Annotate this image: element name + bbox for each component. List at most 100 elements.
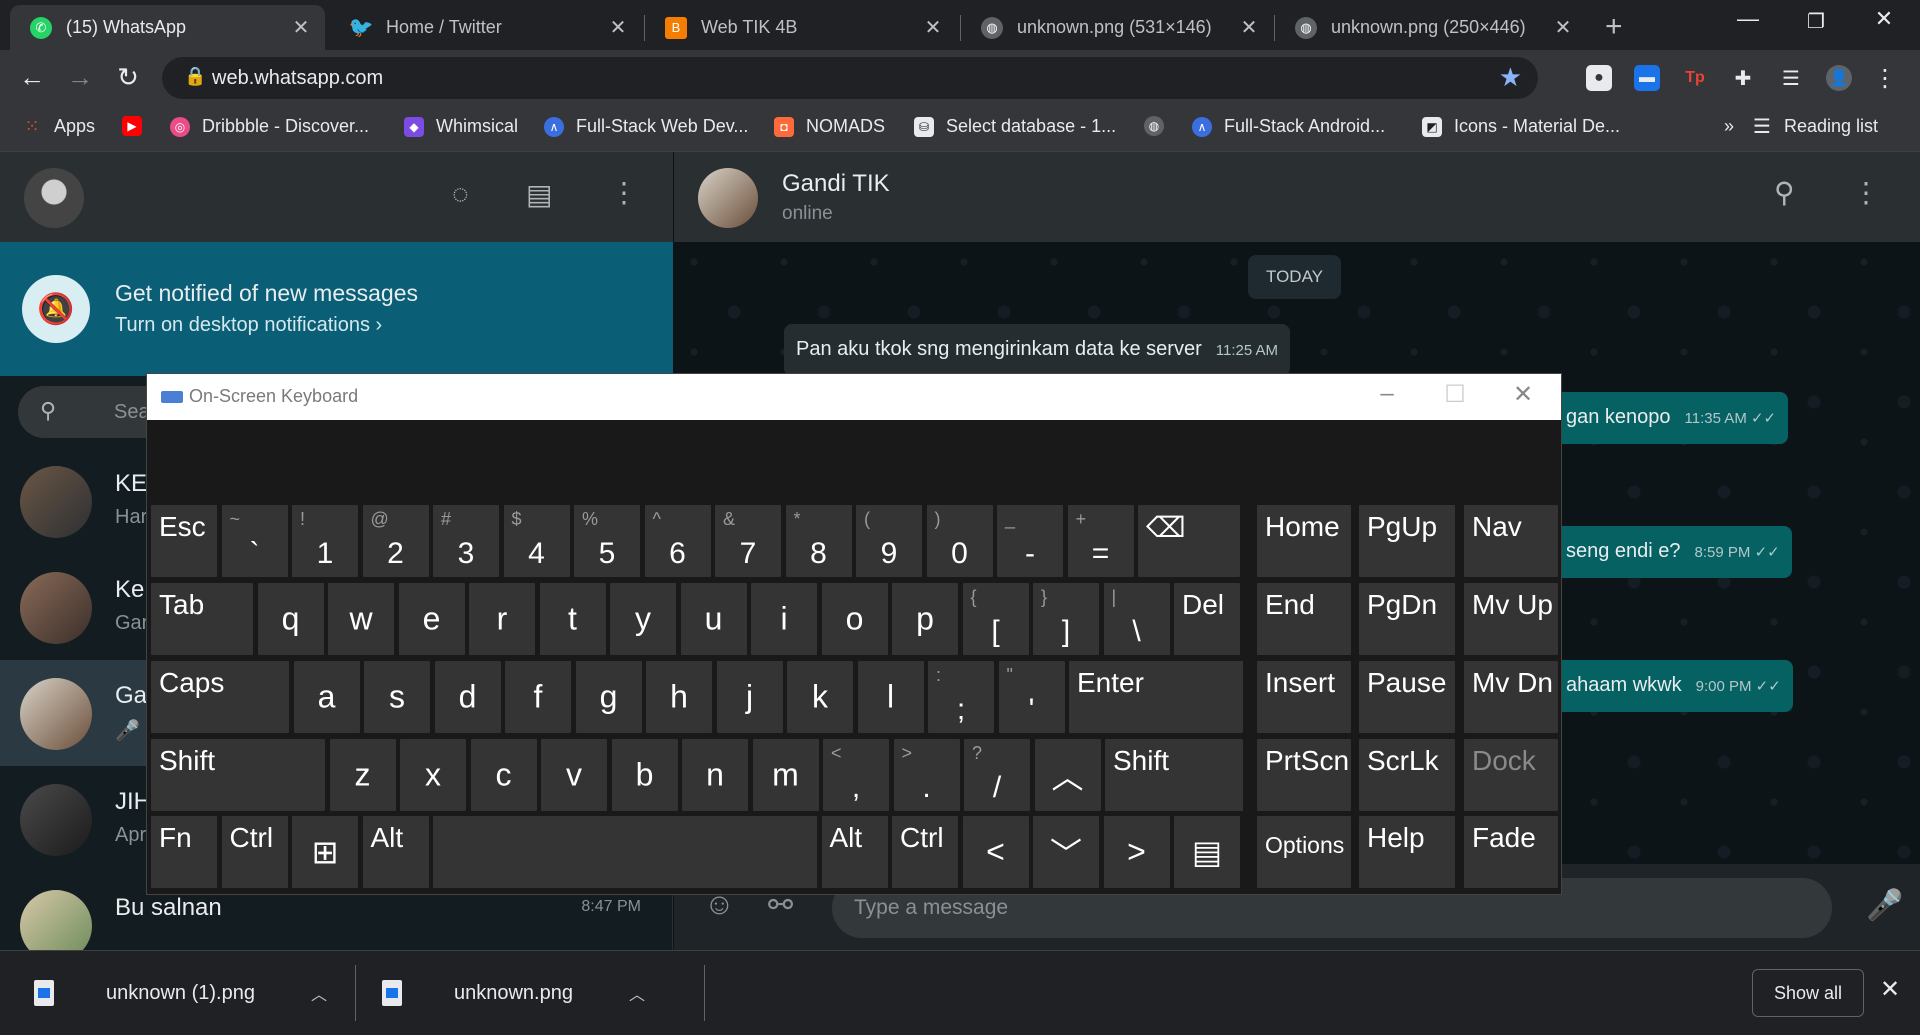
osk-nav-key[interactable]: PrtScn: [1257, 739, 1351, 811]
tab-web-tik[interactable]: B Web TIK 4B ✕: [645, 5, 957, 50]
close-window-button[interactable]: ✕: [1864, 6, 1904, 32]
restore-window-button[interactable]: ❐: [1796, 9, 1836, 34]
url-text[interactable]: web.whatsapp.com: [212, 67, 383, 90]
status-icon[interactable]: ◌: [452, 178, 469, 210]
reload-button[interactable]: ↻: [112, 62, 144, 93]
osk-key[interactable]: x: [400, 739, 466, 811]
osk-key[interactable]: g: [575, 661, 642, 733]
osk-nav-key[interactable]: Dock: [1464, 739, 1558, 811]
osk-key[interactable]: @2: [362, 505, 429, 577]
osk-nav-key[interactable]: Pause: [1359, 661, 1455, 733]
microphone-icon[interactable]: 🎤: [1866, 888, 1903, 923]
osk-key[interactable]: m: [752, 739, 819, 811]
osk-key[interactable]: w: [328, 583, 394, 655]
osk-nav-key[interactable]: PgDn: [1359, 583, 1455, 655]
osk-key[interactable]: Shift: [151, 739, 325, 811]
osk-nav-key[interactable]: Options: [1257, 816, 1351, 888]
search-icon[interactable]: ⚲: [1774, 176, 1795, 209]
bookmark-fullstack-web[interactable]: ∧ Full-Stack Web Dev...: [544, 116, 748, 137]
chevron-up-icon[interactable]: ︿: [629, 981, 645, 1005]
bookmark-whimsical[interactable]: ◆ Whimsical: [404, 116, 518, 137]
minimize-window-button[interactable]: —: [1728, 6, 1768, 32]
bookmark-globe[interactable]: ◍: [1144, 116, 1176, 136]
message-bubble-outgoing[interactable]: gan kenopo 11:35 AM ✓✓: [1554, 392, 1789, 444]
back-button[interactable]: ←: [16, 62, 48, 93]
new-chat-icon[interactable]: ▤: [526, 178, 552, 211]
osk-key[interactable]: % 5: [574, 505, 640, 577]
osk-key[interactable]: $4: [503, 505, 570, 577]
osk-key[interactable]: s: [364, 661, 430, 733]
osk-maximize-button[interactable]: ☐: [1435, 380, 1475, 409]
osk-key[interactable]: + =: [1067, 505, 1134, 577]
osk-key[interactable]: ︿: [1034, 739, 1101, 811]
osk-key[interactable]: Ctrl: [221, 816, 288, 888]
bookmark-select-database[interactable]: ⛁ Select database - 1...: [914, 116, 1116, 137]
osk-key[interactable]: a: [293, 661, 360, 733]
osk-key[interactable]: Alt: [821, 816, 888, 888]
osk-key[interactable]: ~ `: [221, 505, 288, 577]
notification-link[interactable]: Turn on desktop notifications ›: [115, 314, 382, 337]
media-control-icon[interactable]: ☰: [1778, 65, 1804, 91]
address-bar[interactable]: 🔒 web.whatsapp.com ★: [162, 57, 1538, 99]
osk-key[interactable]: ! 1: [292, 505, 358, 577]
osk-key[interactable]: ? /: [964, 739, 1030, 811]
message-bubble-outgoing[interactable]: ahaam wkwk 9:00 PM ✓✓: [1554, 660, 1793, 712]
bookmark-fullstack-android[interactable]: ∧ Full-Stack Android...: [1192, 116, 1385, 137]
tab-unknown-png-1[interactable]: ◍ unknown.png (531×146) ✕: [961, 5, 1273, 50]
download-item[interactable]: unknown.png ︿: [382, 951, 645, 1035]
osk-key[interactable]: n: [682, 739, 748, 811]
osk-key[interactable]: ▤: [1174, 816, 1240, 888]
bookmark-star-icon[interactable]: ★: [1499, 62, 1522, 93]
new-tab-button[interactable]: +: [1605, 10, 1623, 44]
osk-key[interactable]: Tab: [151, 583, 253, 655]
profile-avatar[interactable]: 👤: [1826, 65, 1852, 91]
forward-button[interactable]: →: [64, 62, 96, 93]
close-tab-icon[interactable]: ✕: [289, 15, 313, 40]
osk-key[interactable]: Fn: [151, 816, 217, 888]
menu-kebab-icon[interactable]: ⋮: [610, 176, 638, 209]
osk-key[interactable]: (9: [856, 505, 922, 577]
close-tab-icon[interactable]: ✕: [606, 15, 630, 40]
osk-key[interactable]: :;: [928, 661, 994, 733]
bookmark-nomads[interactable]: ◘ NOMADS: [774, 116, 885, 137]
osk-key[interactable]: <: [962, 816, 1029, 888]
osk-minimize-button[interactable]: –: [1367, 380, 1407, 408]
osk-nav-key[interactable]: Mv Up: [1464, 583, 1558, 655]
bookmarks-overflow-button[interactable]: »: [1724, 116, 1734, 137]
tab-unknown-png-2[interactable]: ◍ unknown.png (250×446) ✕: [1275, 5, 1587, 50]
osk-close-button[interactable]: ✕: [1503, 380, 1543, 409]
osk-key[interactable]: >: [1103, 816, 1170, 888]
osk-key[interactable]: q: [257, 583, 324, 655]
osk-key[interactable]: ⌫: [1138, 505, 1240, 577]
extensions-puzzle-icon[interactable]: ✚: [1730, 65, 1756, 91]
osk-nav-key[interactable]: PgUp: [1359, 505, 1455, 577]
contact-avatar[interactable]: [698, 168, 758, 228]
close-shelf-icon[interactable]: ✕: [1880, 975, 1900, 1004]
extension-tp-icon[interactable]: Tp: [1682, 65, 1708, 91]
osk-nav-key[interactable]: ScrLk: [1359, 739, 1455, 811]
osk-key[interactable]: Enter: [1069, 661, 1243, 733]
osk-key[interactable]: h: [646, 661, 712, 733]
tab-twitter[interactable]: 🐦 Home / Twitter ✕: [330, 5, 642, 50]
osk-key[interactable]: ) 0: [926, 505, 993, 577]
menu-kebab-icon[interactable]: ⋮: [1852, 176, 1880, 209]
osk-key[interactable]: >.: [893, 739, 960, 811]
osk-key[interactable]: d: [434, 661, 501, 733]
osk-key[interactable]: Esc: [151, 505, 217, 577]
message-bubble-outgoing[interactable]: seng endi e? 8:59 PM ✓✓: [1554, 526, 1792, 578]
download-item[interactable]: unknown (1).png ︿: [34, 951, 327, 1035]
osk-key[interactable]: Shift: [1105, 739, 1243, 811]
osk-key[interactable]: ⊞: [292, 816, 358, 888]
conversation-header[interactable]: Gandi TIK online ⚲ ⋮: [674, 152, 1920, 242]
osk-key[interactable]: {[: [962, 583, 1029, 655]
close-tab-icon[interactable]: ✕: [921, 15, 945, 40]
reading-list-button[interactable]: ☰ Reading list: [1752, 116, 1878, 138]
osk-key[interactable]: Del: [1174, 583, 1240, 655]
osk-key[interactable]: e: [398, 583, 465, 655]
osk-key[interactable]: ﹀: [1033, 816, 1099, 888]
osk-key[interactable]: i: [751, 583, 817, 655]
bookmark-apps[interactable]: ⁙ Apps: [22, 116, 95, 137]
menu-kebab-icon[interactable]: ⋮: [1872, 65, 1898, 92]
osk-key[interactable]: _ -: [997, 505, 1063, 577]
osk-key[interactable]: Ctrl: [892, 816, 958, 888]
